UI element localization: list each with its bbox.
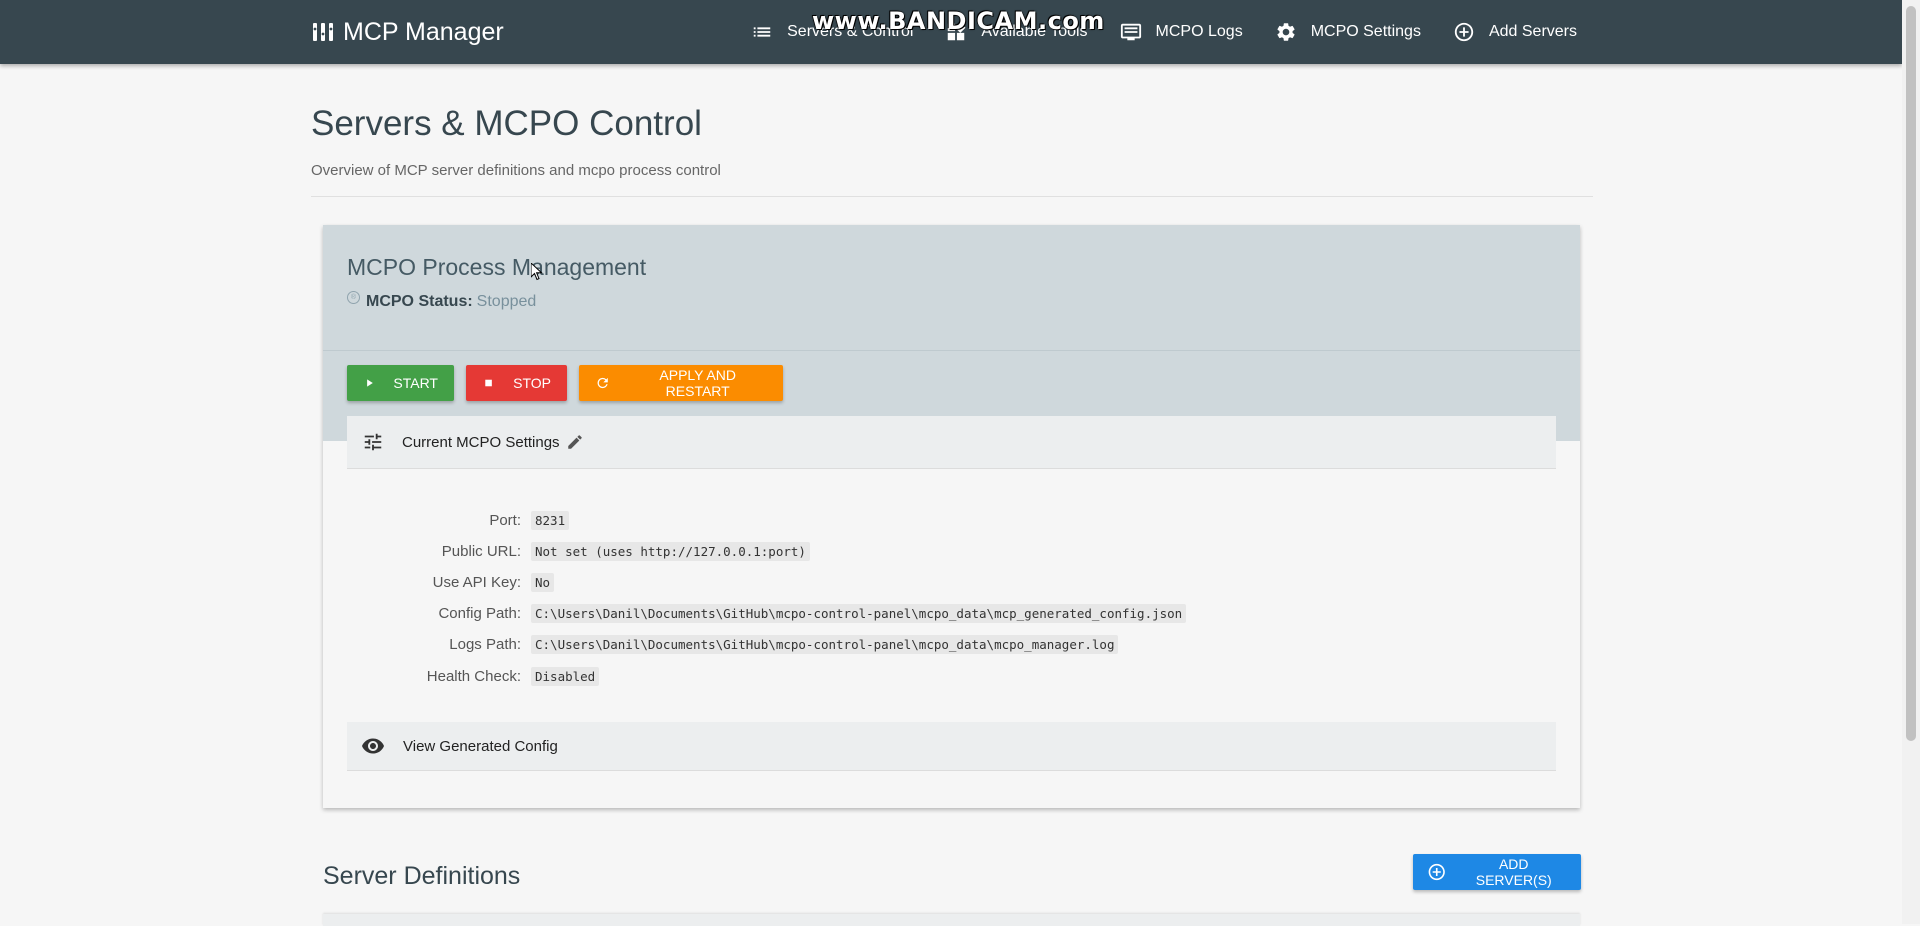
current-settings-header[interactable]: Current MCPO Settings: [347, 416, 1556, 469]
setting-row-port: Port: 8231: [347, 508, 570, 532]
brand-title: MCP Manager: [343, 17, 504, 46]
mouse-cursor-icon: [531, 263, 543, 281]
setting-label: Public URL:: [441, 542, 521, 560]
nav-item-mcpo-settings[interactable]: MCPO Settings: [1275, 21, 1421, 43]
server-list-card: [323, 914, 1580, 926]
setting-label: Logs Path:: [449, 635, 521, 653]
card-title: MCPO Process Management: [347, 254, 647, 280]
status-label: MCPO Status:: [366, 293, 473, 310]
nav-item-mcpo-logs[interactable]: MCPO Logs: [1120, 21, 1243, 43]
setting-row-config-path: Config Path: C:\Users\Danil\Documents\Gi…: [347, 601, 1187, 625]
header-divider: [311, 196, 1593, 197]
nav-label: MCPO Logs: [1155, 23, 1243, 40]
button-label: Add Server(s): [1475, 856, 1552, 888]
play-icon: [367, 379, 373, 387]
page-subtitle: Overview of MCP server definitions and m…: [311, 162, 721, 179]
view-generated-config-header[interactable]: View Generated Config: [347, 722, 1556, 771]
stop-icon: [485, 379, 492, 387]
list-icon: [753, 27, 771, 37]
add-circle-icon: [1454, 22, 1474, 42]
logs-icon: [1120, 23, 1141, 41]
nav-item-add-servers[interactable]: Add Servers: [1453, 21, 1577, 43]
button-label: Apply and Restart: [659, 367, 736, 399]
card-header: MCPO Process Management ® MCPO Status: S…: [323, 225, 1580, 351]
stop-button[interactable]: Stop: [466, 365, 567, 401]
scrollbar-thumb[interactable]: [1906, 6, 1916, 741]
process-management-card: MCPO Process Management ® MCPO Status: S…: [323, 225, 1580, 808]
nav-label: Available Tools: [981, 23, 1088, 40]
refresh-icon: [597, 377, 608, 389]
main-nav: Servers & Control Available Tools MCPO L…: [719, 0, 1577, 64]
nav-item-available-tools[interactable]: Available Tools: [945, 21, 1088, 43]
setting-label: Health Check:: [426, 667, 521, 685]
setting-row-health-check: Health Check: Disabled: [347, 664, 600, 688]
setting-label: Use API Key:: [432, 573, 521, 591]
setting-row-logs-path: Logs Path: C:\Users\Danil\Documents\GitH…: [347, 632, 1119, 656]
server-definitions-title: Server Definitions: [323, 862, 521, 890]
top-navbar: MCP Manager Servers & Control Available …: [0, 0, 1902, 64]
setting-value: Not set (uses http://127.0.0.1:port): [531, 541, 810, 561]
gear-icon: [1277, 23, 1295, 41]
button-label: Start: [393, 375, 438, 391]
eye-icon: [362, 738, 384, 754]
setting-label: Config Path:: [438, 604, 521, 622]
add-servers-button[interactable]: Add Server(s): [1413, 854, 1581, 890]
setting-row-use-api-key: Use API Key: No: [347, 570, 555, 594]
setting-value: 8231: [531, 510, 570, 530]
setting-value: Disabled: [531, 666, 600, 686]
button-label: Stop: [513, 375, 551, 391]
status-value: Stopped: [476, 293, 537, 310]
nav-item-servers-control[interactable]: Servers & Control: [751, 21, 913, 43]
nav-label: MCPO Settings: [1310, 23, 1421, 40]
page-title: Servers & MCPO Control: [311, 104, 702, 143]
setting-value: C:\Users\Danil\Documents\GitHub\mcpo-con…: [531, 603, 1187, 623]
setting-row-public-url: Public URL: Not set (uses http://127.0.0…: [347, 539, 810, 563]
page-scrollbar[interactable]: [1902, 0, 1920, 924]
current-settings-title: Current MCPO Settings: [402, 433, 560, 451]
status-line: ® MCPO Status: Stopped: [347, 290, 537, 311]
setting-value: C:\Users\Danil\Documents\GitHub\mcpo-con…: [531, 634, 1119, 654]
brand[interactable]: MCP Manager: [311, 0, 504, 64]
setting-label: Port:: [489, 511, 521, 529]
edit-pencil-icon[interactable]: [566, 433, 584, 451]
nav-label: Servers & Control: [787, 23, 914, 40]
manager-icon: [313, 23, 333, 41]
tune-icon: [364, 433, 382, 451]
widgets-icon: [948, 22, 966, 41]
nav-label: Add Servers: [1488, 23, 1577, 40]
status-indicator-icon: ®: [347, 290, 360, 304]
add-circle-icon: [1428, 863, 1445, 881]
start-button[interactable]: Start: [347, 365, 454, 401]
apply-and-restart-button[interactable]: Apply and Restart: [579, 365, 783, 401]
view-generated-config-title: View Generated Config: [403, 737, 558, 755]
setting-value: No: [531, 572, 555, 592]
